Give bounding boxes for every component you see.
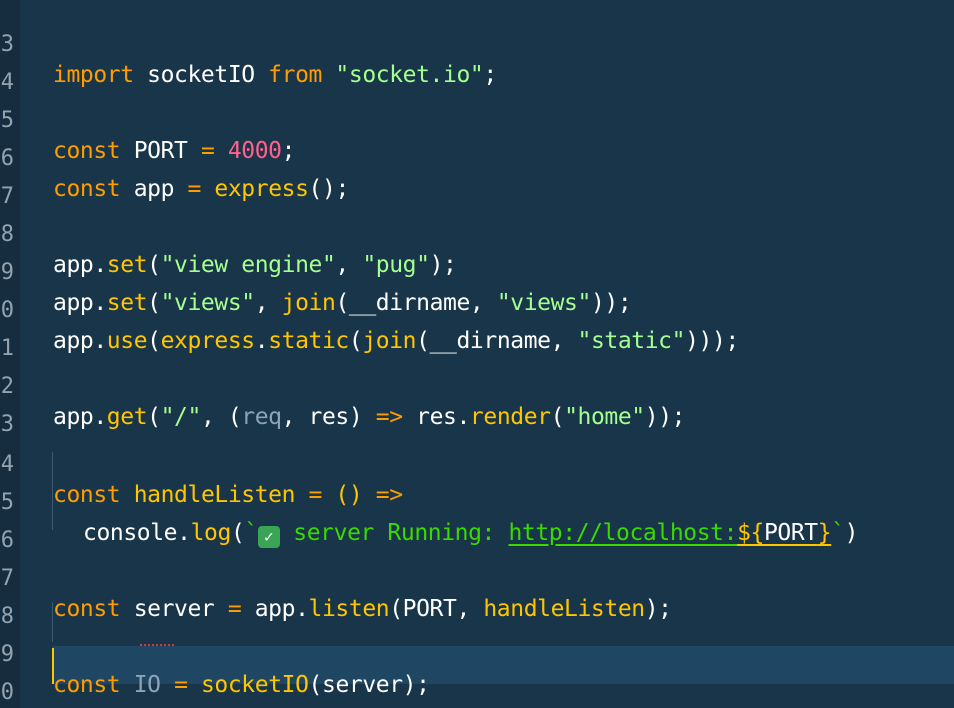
code-line[interactable]: 3 — [0, 380, 954, 437]
code-line[interactable]: 2 app.get("/", (req, res) => res.render(… — [0, 342, 954, 430]
text-cursor — [52, 648, 54, 684]
code-line[interactable]: 5 const PORT = 4000; — [0, 76, 954, 164]
code-line[interactable]: 8 app.set("view engine", "pug"); — [0, 190, 954, 278]
code-line[interactable]: 8 — [0, 572, 954, 629]
code-line[interactable]: 0 app.use(express.static(join(__dirname,… — [0, 266, 954, 354]
code-line[interactable]: 7 const server = app.listen(PORT, handle… — [0, 534, 954, 622]
line-number: 0 — [0, 680, 14, 705]
code-line[interactable]: 1 — [0, 304, 954, 361]
code-line[interactable]: 7 — [0, 152, 954, 209]
code-editor[interactable]: 3 import socketIO from "socket.io"; 4 5 … — [0, 0, 954, 708]
code-line[interactable]: 3 import socketIO from "socket.io"; — [0, 0, 954, 88]
code-line[interactable]: 9 app.set("views", join(__dirname, "view… — [0, 228, 954, 316]
error-squiggle — [140, 640, 174, 646]
code-line[interactable]: 4 — [0, 38, 954, 95]
code-line[interactable]: 0 — [0, 648, 954, 705]
code-line[interactable]: 4 const handleListen = () => — [0, 420, 954, 508]
code-line[interactable]: 6 — [0, 496, 954, 553]
code-line[interactable]: 5 console.log(` ✓ server Running: http://… — [0, 458, 954, 548]
code-line[interactable]: 6 const app = express(); — [0, 114, 954, 202]
